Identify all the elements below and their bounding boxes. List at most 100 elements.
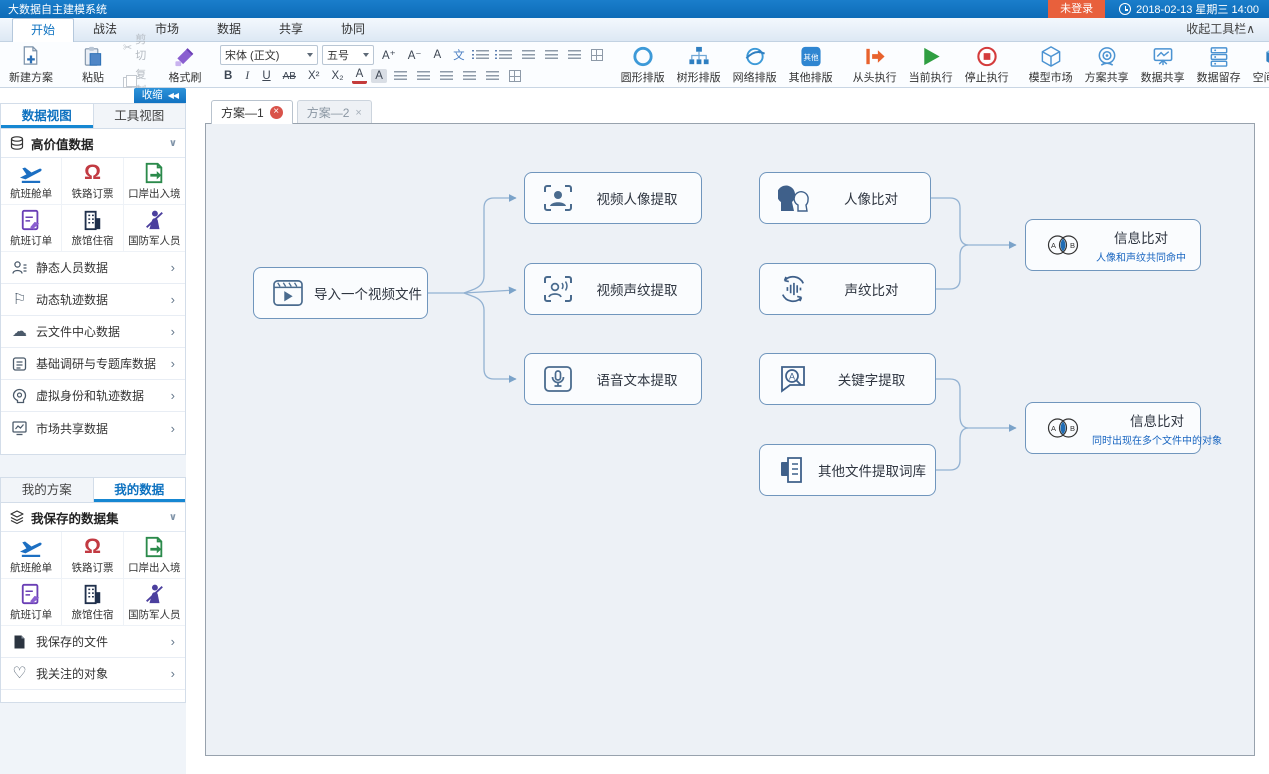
chevron-right-icon: [171, 421, 175, 436]
node-voice-extract[interactable]: 视频声纹提取: [524, 263, 702, 315]
collapse-toolbar-button[interactable]: 收起工具栏∧: [1186, 18, 1269, 41]
align-right-icon[interactable]: [440, 71, 453, 82]
node-speech-text[interactable]: 语音文本提取: [524, 353, 702, 405]
node-face-extract[interactable]: 视频人像提取: [524, 172, 702, 224]
tab-data-view[interactable]: 数据视图: [1, 104, 94, 128]
stop-run-button[interactable]: 停止执行: [960, 45, 1014, 85]
category-market-shared-data[interactable]: 市场共享数据: [1, 412, 185, 444]
other-layout-button[interactable]: 其他 其他排版: [784, 45, 838, 85]
close-tab-icon[interactable]: [355, 107, 361, 119]
plan-tab-1[interactable]: 方案—1: [211, 100, 293, 124]
sort-icon[interactable]: [568, 50, 581, 61]
node-info-compare-2[interactable]: A B 信息比对 同时出现在多个文件中的对象: [1025, 402, 1201, 454]
saved-hotel-stay[interactable]: 旅馆住宿: [62, 579, 123, 626]
menu-tab-start[interactable]: 开始: [12, 18, 74, 42]
bold-button[interactable]: B: [220, 69, 236, 83]
align-left-icon[interactable]: [394, 71, 407, 82]
my-saved-files[interactable]: 我保存的文件: [1, 626, 185, 658]
tab-my-plans[interactable]: 我的方案: [1, 478, 94, 502]
numbered-list-icon[interactable]: [499, 50, 512, 61]
layers-icon: [9, 509, 25, 525]
borders-icon[interactable]: [509, 70, 521, 82]
indent-increase-icon[interactable]: [545, 50, 558, 61]
tree-layout-button[interactable]: 树形排版: [672, 45, 726, 85]
align-justify-icon[interactable]: [463, 71, 476, 82]
other-layout-icon: 其他: [799, 45, 823, 68]
font-size-select[interactable]: 五号: [322, 45, 374, 65]
category-cloud-file-data[interactable]: ☁ 云文件中心数据: [1, 316, 185, 348]
category-research-library-data[interactable]: 基础调研与专题库数据: [1, 348, 185, 380]
node-subtitle: 人像和声纹共同命中: [1092, 249, 1190, 264]
cut-button[interactable]: ✂ 剪切: [120, 31, 158, 63]
high-value-data-header[interactable]: 高价值数据: [1, 129, 185, 158]
dataset-flight-manifest[interactable]: 航班舱单: [1, 158, 62, 205]
shrink-font-button[interactable]: A⁻: [404, 47, 426, 63]
run-from-start-button[interactable]: 从头执行: [848, 45, 902, 85]
font-name-select[interactable]: 宋体 (正文): [220, 45, 318, 65]
target-icon: [1095, 45, 1119, 68]
menu-tab-share[interactable]: 共享: [260, 17, 322, 41]
line-spacing-icon[interactable]: [486, 71, 499, 82]
flow-canvas[interactable]: 导入一个视频文件 视频人像提取 人像比对: [205, 123, 1255, 756]
node-other-files[interactable]: 其他文件提取词库: [759, 444, 936, 496]
dataset-military-personnel[interactable]: 国防军人员: [124, 205, 185, 252]
node-info-compare-1[interactable]: A B 信息比对 人像和声纹共同命中: [1025, 219, 1201, 271]
network-layout-icon: [743, 45, 767, 68]
airplane-icon: [18, 162, 44, 184]
node-voice-compare[interactable]: 声纹比对: [759, 263, 936, 315]
network-layout-button[interactable]: 网络排版: [728, 45, 782, 85]
italic-button[interactable]: I: [240, 69, 254, 83]
phonetic-guide-button[interactable]: 文: [449, 46, 469, 64]
strikethrough-button[interactable]: AB: [279, 70, 300, 83]
plan-share-button[interactable]: 方案共享: [1080, 45, 1134, 85]
dataset-flight-order[interactable]: 航班订单: [1, 205, 62, 252]
dataset-border-entry-exit[interactable]: 口岸出入境: [124, 158, 185, 205]
new-plan-button[interactable]: 新建方案: [4, 45, 58, 85]
saved-flight-order[interactable]: 航班订单: [1, 579, 62, 626]
saved-military-personnel[interactable]: 国防军人员: [124, 579, 185, 626]
format-painter-button[interactable]: 格式刷: [160, 45, 210, 85]
saved-border-entry-exit[interactable]: 口岸出入境: [124, 532, 185, 579]
indent-decrease-icon[interactable]: [522, 50, 535, 61]
data-share-button[interactable]: 数据共享: [1136, 45, 1190, 85]
underline-button[interactable]: U: [258, 69, 274, 83]
stop-run-icon: [975, 45, 999, 68]
saved-datasets-header[interactable]: 我保存的数据集: [1, 503, 185, 532]
model-market-button[interactable]: 模型市场: [1024, 45, 1078, 85]
saved-rail-ticket[interactable]: Ω 铁路订票: [62, 532, 123, 579]
category-static-person-data[interactable]: 静态人员数据: [1, 252, 185, 284]
subscript-button[interactable]: X₂: [327, 69, 347, 83]
title-bar: 大数据自主建模系统 未登录 2018-02-13 星期三 14:00: [0, 0, 1269, 18]
grow-font-button[interactable]: A⁺: [378, 47, 400, 63]
menu-tab-collab[interactable]: 协同: [322, 17, 384, 41]
run-current-button[interactable]: 当前执行: [904, 45, 958, 85]
sidebar-collapse-button[interactable]: 收缩: [134, 88, 186, 103]
dataset-rail-ticket[interactable]: Ω 铁路订票: [62, 158, 123, 205]
dataset-hotel-stay[interactable]: 旅馆住宿: [62, 205, 123, 252]
node-import-video[interactable]: 导入一个视频文件: [253, 267, 428, 319]
paste-button[interactable]: 粘贴: [68, 45, 118, 85]
space-manage-button[interactable]: 空间管理: [1248, 45, 1269, 85]
tab-my-data[interactable]: 我的数据: [94, 478, 186, 502]
node-keyword-extract[interactable]: A 关键字提取: [759, 353, 936, 405]
tab-tool-view[interactable]: 工具视图: [94, 104, 186, 128]
table-grid-icon[interactable]: [591, 49, 603, 61]
plan-tab-2[interactable]: 方案—2: [297, 100, 372, 124]
node-face-compare[interactable]: 人像比对: [759, 172, 931, 224]
category-virtual-identity-data[interactable]: 虚拟身份和轨迹数据: [1, 380, 185, 412]
data-retention-button[interactable]: 数据留存: [1192, 45, 1246, 85]
menu-tab-data[interactable]: 数据: [198, 17, 260, 41]
close-tab-icon[interactable]: [270, 106, 283, 119]
flag-icon: ⚐: [11, 292, 28, 307]
clear-format-button[interactable]: A: [430, 48, 446, 62]
bullet-list-icon[interactable]: [476, 50, 489, 61]
shading-button[interactable]: A: [371, 69, 387, 83]
saved-flight-manifest[interactable]: 航班舱单: [1, 532, 62, 579]
superscript-button[interactable]: X²: [304, 69, 324, 83]
align-center-icon[interactable]: [417, 71, 430, 82]
font-color-button[interactable]: A: [352, 68, 368, 84]
my-followed-objects[interactable]: ♡ 我关注的对象: [1, 658, 185, 690]
circle-layout-button[interactable]: 圆形排版: [616, 45, 670, 85]
category-dynamic-track-data[interactable]: ⚐ 动态轨迹数据: [1, 284, 185, 316]
login-status-badge[interactable]: 未登录: [1048, 0, 1105, 18]
